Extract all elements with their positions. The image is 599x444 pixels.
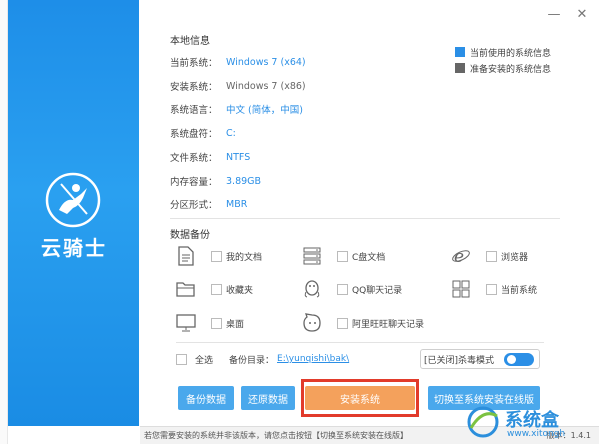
backup-options-row: 全选 备份目录： E:\yunqishi\bak\ — [176, 350, 349, 368]
info-value: 中文 (简体，中国) — [226, 105, 303, 116]
svg-text:e: e — [454, 247, 464, 266]
side-panel: 云骑士 — [8, 0, 139, 426]
logo-text: 云骑士 — [41, 236, 107, 260]
backup-label: 当前系统 — [501, 285, 538, 296]
antivirus-label: [已关闭]杀毒模式 — [424, 355, 495, 366]
legend-item-target: 准备安装的系统信息 — [455, 60, 551, 76]
info-row-drive: 系统盘符： C: — [170, 126, 236, 141]
info-row-language: 系统语言： 中文 (简体，中国) — [170, 102, 303, 116]
knight-logo-icon — [45, 172, 101, 228]
backup-checkbox[interactable] — [486, 283, 497, 295]
info-label: 安装系统： — [170, 82, 218, 93]
info-row-memory: 内存容量： 3.89GB — [170, 174, 262, 189]
info-row-partition: 分区形式： MBR — [170, 197, 248, 212]
backup-checkbox[interactable] — [337, 283, 348, 295]
backup-data-button[interactable]: 备份数据 — [178, 386, 234, 410]
backup-checkbox[interactable] — [211, 317, 222, 329]
backup-checkbox[interactable] — [211, 250, 222, 262]
legend-item-current: 当前使用的系统信息 — [455, 44, 551, 60]
watermark-site: www.xitongh — [507, 429, 566, 439]
info-value: MBR — [226, 198, 248, 210]
info-label: 系统盘符： — [170, 129, 218, 140]
backup-label: 桌面 — [226, 319, 245, 330]
legend-swatch — [455, 63, 465, 73]
minimize-button[interactable]: — — [547, 8, 561, 22]
backup-checkbox[interactable] — [211, 283, 222, 295]
info-row-current-system: 当前系统： Windows 7 (x64) — [170, 55, 306, 70]
backup-label: 收藏夹 — [226, 285, 254, 296]
backup-dir-link[interactable]: E:\yunqishi\bak\ — [277, 354, 349, 364]
backup-item-aliwangwang[interactable]: 阿里旺旺聊天记录 — [301, 311, 424, 335]
info-value: Windows 7 (x86) — [226, 80, 306, 92]
folder-icon — [175, 278, 197, 300]
backup-item-favorites[interactable]: 收藏夹 — [175, 277, 253, 301]
legend-swatch — [455, 47, 465, 57]
aliwangwang-icon — [301, 312, 323, 334]
legend-label: 准备安装的系统信息 — [470, 64, 552, 75]
backup-item-c-drive[interactable]: C盘文档 — [301, 244, 385, 268]
server-icon — [301, 245, 323, 267]
select-all-label: 全选 — [195, 355, 214, 366]
backup-item-current-system[interactable]: 当前系统 — [450, 277, 537, 301]
ie-browser-icon: e — [450, 245, 472, 267]
background-window-edge — [0, 0, 8, 444]
backup-item-documents[interactable]: 我的文档 — [175, 244, 262, 268]
info-value: 3.89GB — [226, 175, 262, 187]
close-button[interactable]: ✕ — [575, 8, 589, 22]
info-label: 文件系统： — [170, 153, 218, 164]
document-icon — [175, 245, 197, 267]
antivirus-toggle[interactable] — [504, 353, 534, 366]
highlight-frame — [301, 379, 419, 417]
window-controls: — ✕ — [547, 8, 589, 22]
local-info-title: 本地信息 — [170, 36, 210, 47]
backup-item-qq[interactable]: QQ聊天记录 — [301, 277, 402, 301]
divider — [170, 218, 560, 219]
info-value: NTFS — [226, 151, 251, 163]
backup-label: C盘文档 — [352, 252, 386, 263]
status-text: 若您需要安装的系统并非该版本，请您点击按钮【切换至系统安装在线版】 — [144, 431, 408, 440]
windows-icon — [450, 278, 472, 300]
select-all-checkbox[interactable] — [176, 353, 187, 365]
info-value: Windows 7 (x64) — [226, 56, 306, 68]
info-label: 系统语言： — [170, 105, 218, 116]
backup-checkbox[interactable] — [337, 317, 348, 329]
installer-window: 云骑士 — ✕ 本地信息 当前系统： Windows 7 (x64) 安装系统：… — [0, 0, 599, 444]
toggle-knob — [507, 355, 516, 364]
legend: 当前使用的系统信息 准备安装的系统信息 — [455, 44, 551, 76]
backup-title: 数据备份 — [170, 230, 210, 241]
restore-data-button[interactable]: 还原数据 — [241, 386, 295, 410]
backup-item-browser[interactable]: e 浏览器 — [450, 244, 528, 268]
info-label: 分区形式： — [170, 200, 218, 211]
backup-checkbox[interactable] — [486, 250, 497, 262]
backup-label: 浏览器 — [501, 252, 529, 263]
monitor-icon — [175, 312, 197, 334]
info-row-install-system: 安装系统： Windows 7 (x86) — [170, 79, 306, 94]
legend-label: 当前使用的系统信息 — [470, 48, 552, 59]
info-row-filesystem: 文件系统： NTFS — [170, 150, 251, 165]
backup-label: 我的文档 — [226, 252, 263, 263]
backup-label: 阿里旺旺聊天记录 — [352, 319, 425, 330]
backup-item-desktop[interactable]: 桌面 — [175, 311, 244, 335]
backup-checkbox[interactable] — [337, 250, 348, 262]
antivirus-mode: [已关闭]杀毒模式 — [420, 349, 540, 369]
backup-dir-label: 备份目录： — [229, 355, 275, 366]
watermark: 系统盒 www.xitongh — [463, 402, 593, 442]
divider — [176, 342, 544, 343]
backup-label: QQ聊天记录 — [352, 285, 403, 296]
qq-icon — [301, 278, 323, 300]
info-label: 当前系统： — [170, 58, 218, 69]
info-value: C: — [226, 127, 236, 139]
info-label: 内存容量： — [170, 177, 218, 188]
watermark-logo-icon — [467, 406, 499, 438]
